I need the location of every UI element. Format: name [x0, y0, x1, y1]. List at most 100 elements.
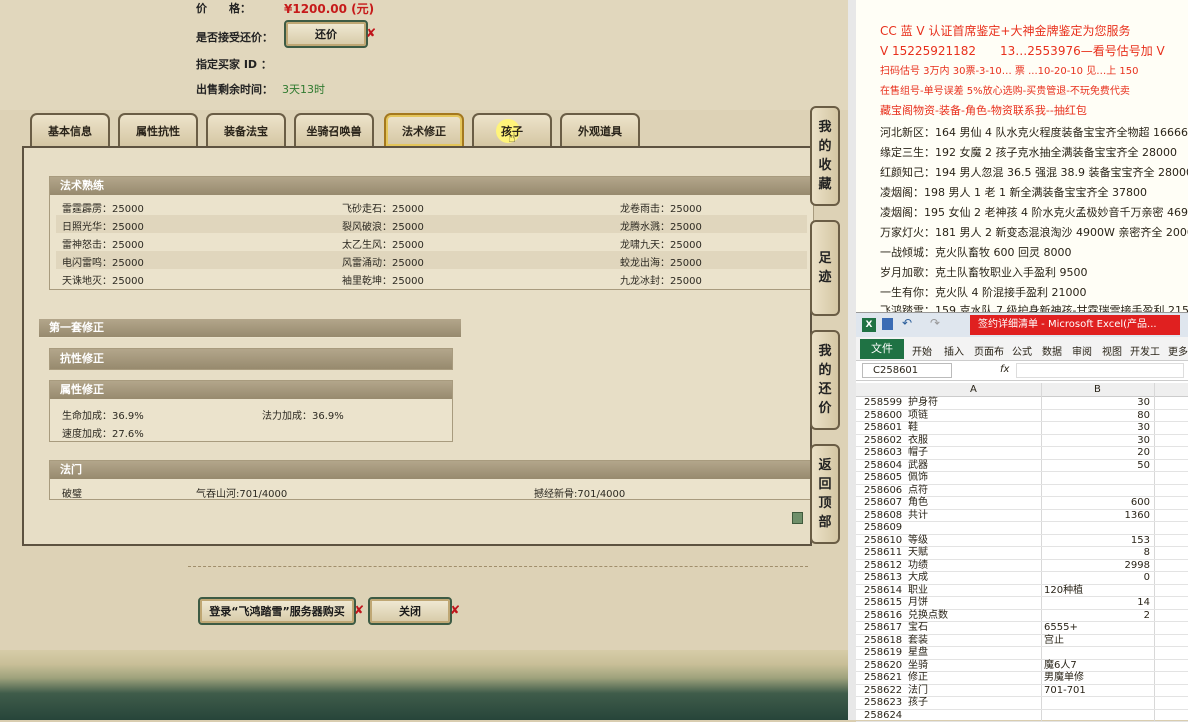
cell-b[interactable]: 30 — [1137, 435, 1150, 447]
cell-b[interactable]: 0 — [1144, 572, 1150, 584]
cell-b[interactable]: 14 — [1137, 597, 1150, 609]
cell-a[interactable]: 帽子 — [908, 447, 928, 459]
table-row[interactable]: 258600项链80 — [856, 410, 1188, 423]
cell-b[interactable]: 120种植 — [1044, 585, 1083, 597]
table-row[interactable]: 258616兑换点数2 — [856, 610, 1188, 623]
cell-a[interactable]: 套装 — [908, 635, 928, 647]
table-row[interactable]: 258617宝石6555+ — [856, 622, 1188, 635]
cell-b[interactable]: 2 — [1144, 610, 1150, 622]
cell-a[interactable]: 点符 — [908, 485, 928, 497]
table-row[interactable]: 258618套装宫止 — [856, 635, 1188, 648]
footprints-button[interactable]: 足 迹 — [810, 220, 840, 316]
tab-appearance[interactable]: 外观道具 — [560, 113, 640, 146]
ribbon-tab-home[interactable]: 开始 — [912, 343, 932, 358]
table-row[interactable]: 258619星盘 — [856, 647, 1188, 660]
cell-b[interactable]: 701-701 — [1044, 685, 1086, 697]
column-header-a[interactable]: A — [970, 384, 977, 395]
cell-a[interactable]: 兑换点数 — [908, 610, 948, 622]
table-row[interactable]: 258608共计1360 — [856, 510, 1188, 523]
table-row[interactable]: 258620坐骑魔6人7 — [856, 660, 1188, 673]
cell-b[interactable]: 2998 — [1125, 560, 1150, 572]
cell-b[interactable]: 魔6人7 — [1044, 660, 1077, 672]
tab-basic-info[interactable]: 基本信息 — [30, 113, 110, 146]
excel-undo-icon[interactable]: ↶ — [902, 316, 912, 330]
cell-b[interactable]: 男魔单修 — [1044, 672, 1084, 684]
cell-a[interactable]: 等级 — [908, 535, 928, 547]
my-counter-offers-button[interactable]: 我 的 还 价 — [810, 330, 840, 430]
table-row[interactable]: 258624 — [856, 710, 1188, 722]
column-header-b[interactable]: B — [1094, 384, 1101, 395]
cell-a[interactable]: 角色 — [908, 497, 928, 509]
excel-redo-icon[interactable]: ↷ — [930, 316, 940, 330]
name-box[interactable]: C258601 — [862, 363, 952, 378]
cell-b[interactable]: 1360 — [1125, 510, 1150, 522]
tab-attribute-resist[interactable]: 属性抗性 — [118, 113, 198, 146]
table-row[interactable]: 258607角色600 — [856, 497, 1188, 510]
counter-offer-button[interactable]: 还价 — [284, 20, 368, 48]
cell-a[interactable]: 坐骑 — [908, 660, 928, 672]
cell-a[interactable]: 修正 — [908, 672, 928, 684]
table-row[interactable]: 258604武器50 — [856, 460, 1188, 473]
back-to-top-button[interactable]: 返 回 顶 部 — [810, 444, 840, 544]
table-row[interactable]: 258622法门701-701 — [856, 685, 1188, 698]
cell-b[interactable]: 宫止 — [1044, 635, 1064, 647]
cell-a[interactable]: 功绩 — [908, 560, 928, 572]
table-row[interactable]: 258601鞋30 — [856, 422, 1188, 435]
cell-b[interactable]: 50 — [1137, 460, 1150, 472]
close-button[interactable]: 关闭 — [368, 597, 452, 625]
table-row[interactable]: 258605佩饰 — [856, 472, 1188, 485]
login-buy-button[interactable]: 登录“飞鸿踏雪”服务器购买 — [198, 597, 356, 625]
cell-a[interactable]: 法门 — [908, 685, 928, 697]
cell-a[interactable]: 天赋 — [908, 547, 928, 559]
table-row[interactable]: 258611天赋8 — [856, 547, 1188, 560]
ribbon-tab-insert[interactable]: 插入 — [944, 343, 964, 358]
cell-b[interactable]: 8 — [1144, 547, 1150, 559]
cell-a[interactable]: 职业 — [908, 585, 928, 597]
table-row[interactable]: 258623孩子 — [856, 697, 1188, 710]
cell-a[interactable]: 武器 — [908, 460, 928, 472]
table-row[interactable]: 258610等级153 — [856, 535, 1188, 548]
cell-b[interactable]: 30 — [1137, 397, 1150, 409]
table-row[interactable]: 258621修正男魔单修 — [856, 672, 1188, 685]
cell-a[interactable]: 鞋 — [908, 422, 918, 434]
tab-children[interactable]: 孩子 ☝ — [472, 113, 552, 146]
table-row[interactable]: 258613大成0 — [856, 572, 1188, 585]
ribbon-tab-review[interactable]: 审阅 — [1072, 343, 1092, 358]
formula-input[interactable] — [1016, 363, 1184, 378]
table-row[interactable]: 258615月饼14 — [856, 597, 1188, 610]
cell-a[interactable]: 月饼 — [908, 597, 928, 609]
cell-b[interactable]: 6555+ — [1044, 622, 1078, 634]
table-row[interactable]: 258602衣服30 — [856, 435, 1188, 448]
cell-a[interactable]: 项链 — [908, 410, 928, 422]
tab-equipment[interactable]: 装备法宝 — [206, 113, 286, 146]
calculator-icon[interactable] — [792, 512, 803, 524]
cell-b[interactable]: 30 — [1137, 422, 1150, 434]
fx-icon[interactable]: fx — [1000, 364, 1009, 375]
cell-a[interactable]: 衣服 — [908, 435, 928, 447]
table-row[interactable]: 258599护身符30 — [856, 397, 1188, 410]
tab-spell-mod[interactable]: 法术修正 — [384, 113, 464, 146]
ribbon-tab-data[interactable]: 数据 — [1042, 343, 1062, 358]
tab-mounts-pets[interactable]: 坐骑召唤兽 — [294, 113, 374, 146]
my-favorites-button[interactable]: 我 的 收 藏 — [810, 106, 840, 206]
table-row[interactable]: 258609 — [856, 522, 1188, 535]
cell-b[interactable]: 600 — [1131, 497, 1150, 509]
cell-a[interactable]: 共计 — [908, 510, 928, 522]
ribbon-tab-formulas[interactable]: 公式 — [1012, 343, 1032, 358]
cell-a[interactable]: 护身符 — [908, 397, 938, 409]
cell-a[interactable]: 大成 — [908, 572, 928, 584]
cell-a[interactable]: 孩子 — [908, 697, 928, 709]
ribbon-tab-file[interactable]: 文件 — [860, 339, 904, 359]
cell-b[interactable]: 80 — [1137, 410, 1150, 422]
ribbon-tab-view[interactable]: 视图 — [1102, 343, 1122, 358]
table-row[interactable]: 258606点符 — [856, 485, 1188, 498]
ribbon-tab-developer[interactable]: 开发工 — [1130, 343, 1160, 358]
cell-a[interactable]: 宝石 — [908, 622, 928, 634]
table-row[interactable]: 258614职业120种植 — [856, 585, 1188, 598]
ribbon-tab-more[interactable]: 更多 — [1168, 343, 1188, 358]
table-row[interactable]: 258603帽子20 — [856, 447, 1188, 460]
excel-save-icon[interactable] — [882, 318, 893, 330]
vertical-scrollbar[interactable] — [848, 0, 856, 720]
cell-b[interactable]: 20 — [1137, 447, 1150, 459]
ribbon-tab-page-layout[interactable]: 页面布 — [974, 343, 1004, 358]
